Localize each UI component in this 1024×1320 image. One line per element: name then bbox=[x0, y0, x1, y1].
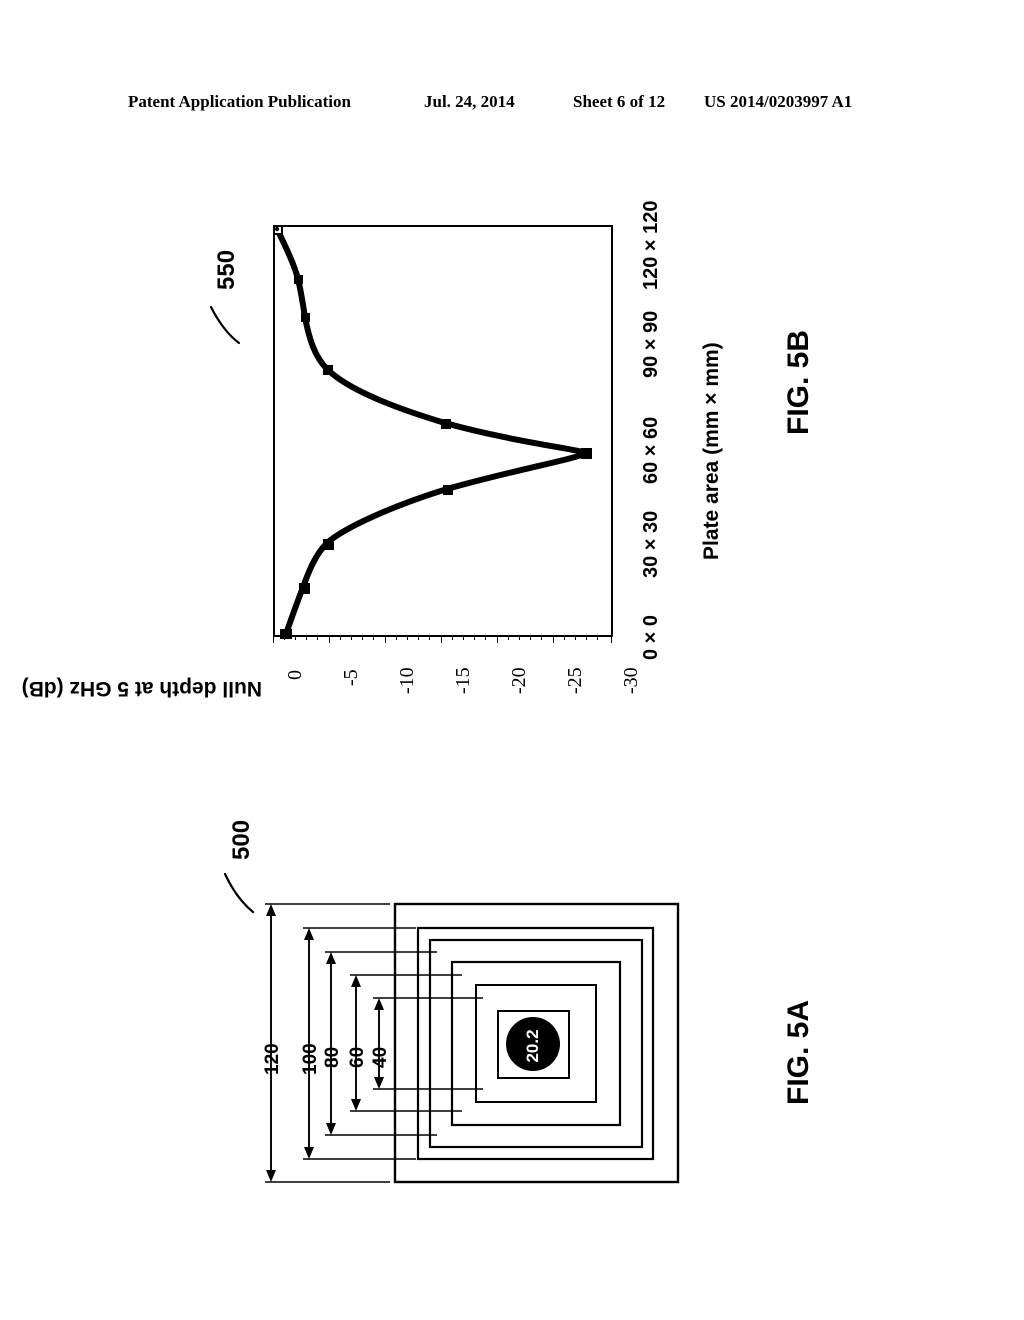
chart-plot-area bbox=[273, 225, 613, 639]
sheet-number: Sheet 6 of 12 bbox=[573, 92, 666, 111]
ytick-m10: -10 bbox=[396, 667, 418, 694]
chart-curve bbox=[275, 227, 592, 639]
center-disc-label: 20.2 bbox=[523, 1029, 542, 1063]
dimension-label-40: 40 bbox=[370, 1046, 391, 1068]
dimension-label-60: 60 bbox=[347, 1046, 368, 1068]
figure-5b-caption: FIG. 5B bbox=[782, 329, 815, 435]
reference-numeral-550: 550 bbox=[213, 249, 240, 290]
page-header: Patent Application Publication Jul. 24, … bbox=[0, 88, 1024, 116]
xtick-0x0: 0 × 0 bbox=[640, 614, 662, 660]
xtick-30x30: 30 × 30 bbox=[640, 510, 662, 578]
ytick-m20: -20 bbox=[508, 667, 530, 694]
dimension-label-80: 80 bbox=[322, 1046, 343, 1068]
patent-number: US 2014/0203997 A1 bbox=[704, 92, 853, 111]
xtick-60x60: 60 × 60 bbox=[640, 416, 662, 484]
x-axis-title: Plate area (mm × mm) bbox=[700, 342, 723, 560]
ytick-m25: -25 bbox=[564, 667, 586, 694]
publication-date: Jul. 24, 2014 bbox=[424, 92, 515, 111]
leader-line-550 bbox=[209, 305, 241, 345]
ytick-m5: -5 bbox=[340, 669, 362, 686]
xtick-120x120: 120 × 120 bbox=[640, 200, 662, 290]
publication-label: Patent Application Publication bbox=[128, 92, 351, 111]
figure-5a-caption: FIG. 5A bbox=[782, 999, 815, 1105]
ytick-m30: -30 bbox=[620, 667, 642, 694]
dimension-label-120: 120 bbox=[262, 1043, 283, 1075]
y-axis-title: Null depth at 5 GHz (dB) bbox=[21, 677, 262, 700]
ytick-m15: -15 bbox=[452, 667, 474, 694]
xtick-90x90: 90 × 90 bbox=[640, 310, 662, 378]
dimension-label-100: 100 bbox=[300, 1043, 321, 1075]
reference-numeral-500: 500 bbox=[228, 819, 255, 860]
ytick-0: 0 bbox=[284, 670, 306, 680]
